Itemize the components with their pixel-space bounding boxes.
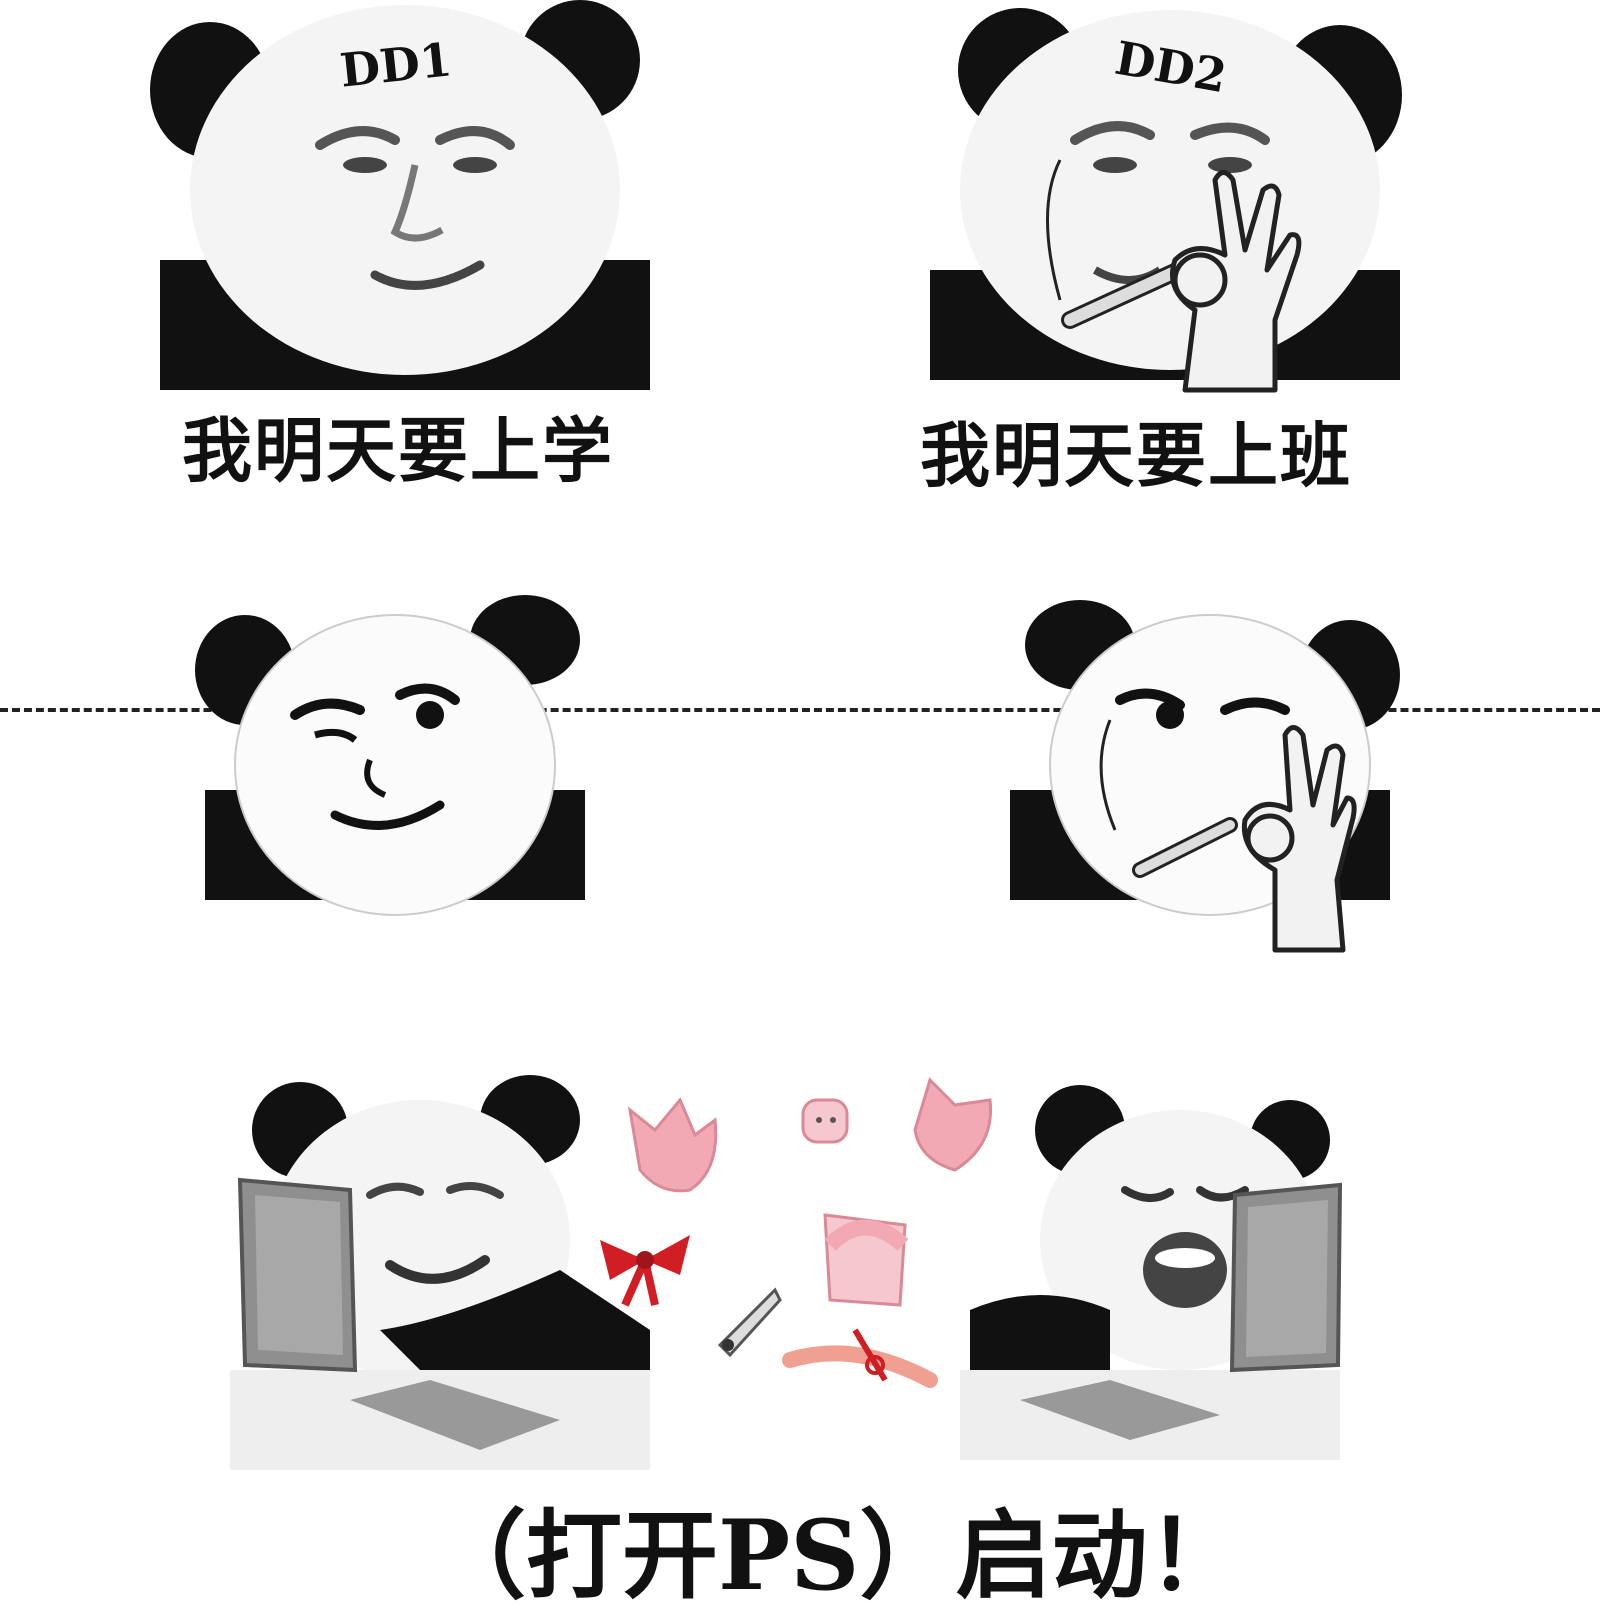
caption-text: 我明天要上班 — [920, 415, 1352, 497]
laptop-icon — [237, 1177, 358, 1373]
red-bow-icon — [600, 1235, 690, 1307]
laptop-icon — [1229, 1182, 1343, 1373]
anime-girl-part-icon — [717, 1287, 782, 1358]
caption-text: 我明天要上学 — [182, 410, 614, 492]
ok-hand-icon — [1170, 170, 1302, 393]
anime-girl-part-icon — [801, 1098, 849, 1144]
meme-panel-dd2: DD2 我明天要上班 — [920, 0, 1440, 497]
panda-head-icon — [195, 595, 585, 916]
red-bow-icon — [782, 1328, 938, 1388]
anime-girl-part-icon — [823, 1213, 909, 1307]
meme-panel-sneer-right — [1010, 600, 1410, 960]
ok-hand-icon — [1241, 725, 1357, 953]
meme-panel-sneer-left — [195, 595, 595, 916]
anime-girl-part-icon — [913, 1077, 993, 1172]
anime-girl-part-icon — [627, 1097, 718, 1193]
ps-caption-text: （打开PS）启动！ — [430, 1499, 1244, 1612]
meme-panel-ps-right — [960, 1080, 1360, 1460]
meme-panel-dd1: DD1 我明天要上学 — [150, 0, 670, 492]
